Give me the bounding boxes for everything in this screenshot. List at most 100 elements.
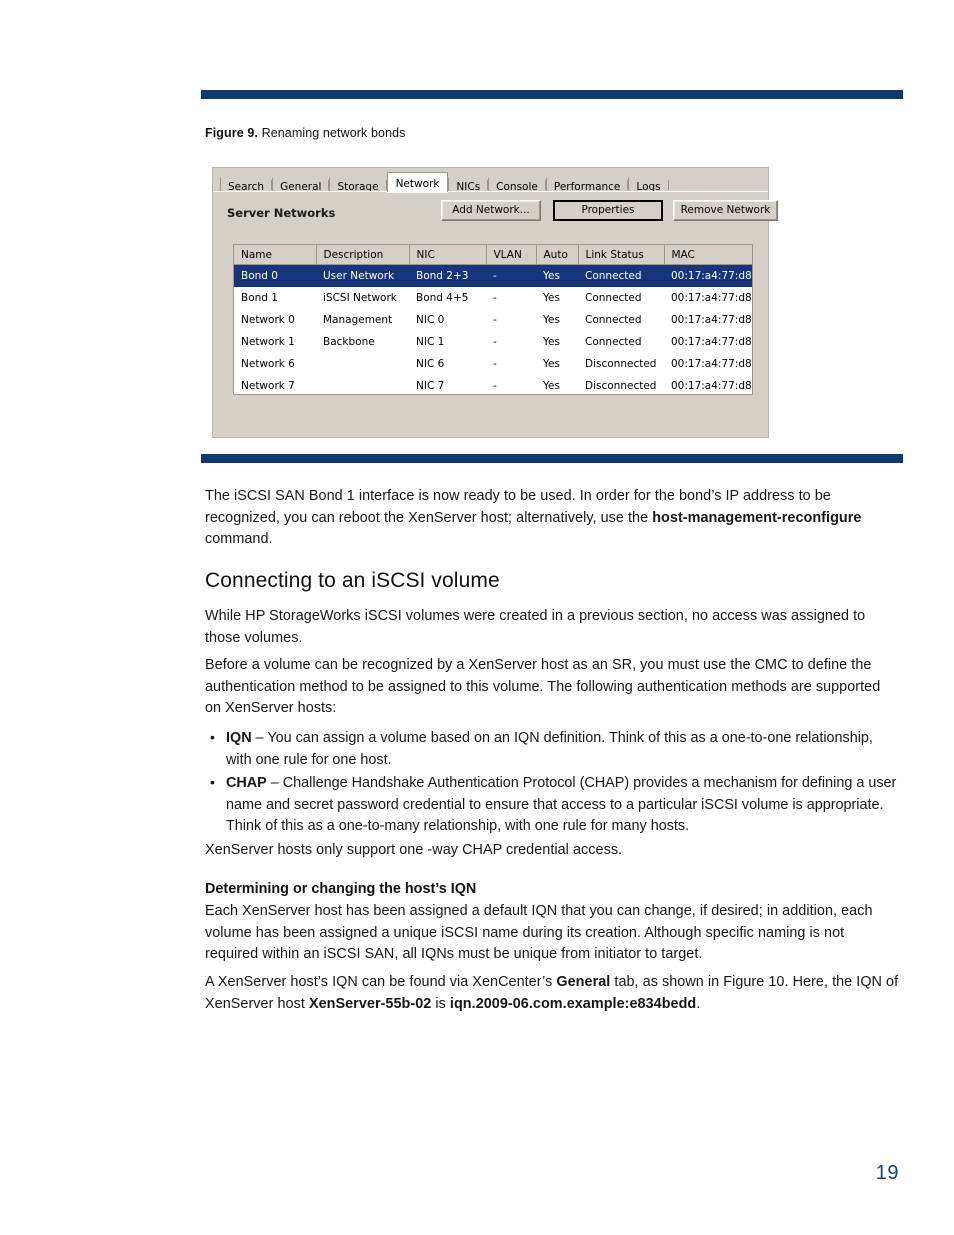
table-header-row: Name Description NIC VLAN Auto Link Stat…	[234, 245, 752, 265]
page-number: 19	[875, 1162, 899, 1184]
bullet-chap-term: CHAP	[226, 775, 267, 791]
cell-vlan: -	[493, 380, 497, 392]
cell-vlan: -	[493, 358, 497, 370]
network-panel: Server Networks Add Network... Propertie…	[213, 192, 778, 437]
bullet-iqn-term: IQN	[226, 730, 252, 746]
column-header-nic[interactable]: NIC	[409, 245, 487, 265]
tab-console[interactable]: Console	[488, 177, 546, 193]
table-row[interactable]: Bond 1 iSCSI Network Bond 4+5 - Yes Conn…	[234, 287, 752, 309]
cell-vlan: -	[493, 336, 497, 348]
tab-strip: Search General Storage Network NICs Cons…	[213, 168, 768, 193]
properties-button[interactable]: Properties	[553, 200, 663, 221]
p6-general-tab: General	[556, 974, 611, 990]
cell-link-status: Disconnected	[585, 358, 657, 370]
table-row[interactable]: Network 6 NIC 6 - Yes Disconnected 00:17…	[234, 353, 752, 375]
cell-link-status: Connected	[578, 264, 664, 287]
bullet-iqn-text: – You can assign a volume based on an IQ…	[226, 730, 873, 768]
auth-methods-list: IQN – You can assign a volume based on a…	[205, 727, 900, 840]
cell-description: User Network	[316, 264, 409, 287]
cell-nic: NIC 0	[416, 314, 445, 326]
cell-description	[316, 375, 409, 394]
add-network-button[interactable]: Add Network...	[441, 200, 541, 221]
panel-title: Server Networks	[227, 206, 336, 220]
column-header-link-status[interactable]: Link Status	[578, 245, 665, 265]
column-header-name[interactable]: Name	[234, 245, 317, 265]
network-toolbar: Server Networks Add Network... Propertie…	[213, 192, 778, 236]
cell-nic: Bond 4+5	[416, 292, 469, 304]
cell-mac: 00:17:a4:77:d8:d8	[671, 358, 752, 370]
cell-auto: Yes	[543, 292, 560, 304]
network-table: Name Description NIC VLAN Auto Link Stat…	[234, 245, 752, 395]
p6-text-a: A XenServer host’s IQN can be found via …	[205, 974, 557, 990]
cell-name: Network 7	[241, 380, 295, 392]
server-networks-grid[interactable]: Name Description NIC VLAN Auto Link Stat…	[233, 244, 753, 395]
paragraph-auth-methods-intro: Before a volume can be recognized by a X…	[205, 657, 881, 716]
cell-name: Bond 0	[234, 264, 316, 287]
paragraph-default-iqn: Each XenServer host has been assigned a …	[205, 903, 873, 962]
tab-search[interactable]: Search	[220, 177, 273, 193]
document-page: Figure 9. Renaming network bonds Search …	[0, 0, 954, 1235]
cell-description	[316, 353, 409, 375]
table-row[interactable]: Network 7 NIC 7 - Yes Disconnected 00:17…	[234, 375, 752, 394]
column-header-description[interactable]: Description	[316, 245, 410, 265]
p1-text-b: command.	[205, 531, 273, 547]
cell-link-status: Connected	[585, 336, 642, 348]
cell-auto: Yes	[536, 264, 578, 287]
table-header: Name Description NIC VLAN Auto Link Stat…	[234, 245, 752, 265]
table-row[interactable]: Network 0 Management NIC 0 - Yes Connect…	[234, 309, 752, 331]
section-heading: Connecting to an iSCSI volume	[205, 569, 500, 592]
tab-storage[interactable]: Storage	[329, 177, 387, 193]
p6-text-d: .	[696, 995, 701, 1012]
tab-performance[interactable]: Performance	[545, 177, 629, 193]
cell-mac: 00:17:a4:77:d8:c4	[671, 314, 752, 326]
cell-mac: 00:17:a4:77:d8:c8	[664, 264, 752, 287]
cell-name: Network 1	[241, 336, 295, 348]
figure-caption: Figure 9. Renaming network bonds	[205, 126, 406, 140]
cell-mac: 00:17:a4:77:d8:da	[671, 380, 752, 392]
cell-nic: NIC 6	[416, 358, 445, 370]
list-item: CHAP – Challenge Handshake Authenticatio…	[205, 772, 900, 838]
cell-auto: Yes	[543, 314, 560, 326]
middle-blue-rule	[201, 454, 903, 463]
cell-nic: Bond 2+3	[409, 264, 486, 287]
p6-host-name: XenServer-55b-02	[308, 995, 432, 1012]
bullet-chap-text: – Challenge Handshake Authentication Pro…	[226, 775, 897, 834]
cell-nic: NIC 1	[416, 336, 445, 348]
xencenter-screenshot: Search General Storage Network NICs Cons…	[212, 167, 778, 438]
cell-auto: Yes	[543, 380, 560, 392]
tab-list: Search General Storage Network NICs Cons…	[220, 172, 669, 193]
cell-vlan: -	[493, 292, 497, 304]
cell-nic: NIC 7	[416, 380, 445, 392]
cell-mac: 00:17:a4:77:d8:c6	[671, 336, 752, 348]
cell-description: iSCSI Network	[323, 292, 397, 304]
cell-description: Management	[323, 314, 393, 326]
cell-name: Network 6	[241, 358, 295, 370]
p6-text-c: is	[431, 995, 450, 1012]
cell-link-status: Connected	[585, 314, 642, 326]
column-header-mac[interactable]: MAC	[664, 245, 752, 265]
cell-vlan: -	[493, 314, 497, 326]
paragraph-bond-ready: The iSCSI SAN Bond 1 interface is now re…	[205, 486, 900, 551]
figure-label: Figure 9.	[205, 126, 258, 140]
paragraph-volumes-created: While HP StorageWorks iSCSI volumes were…	[205, 608, 866, 646]
table-row[interactable]: Bond 0 User Network Bond 2+3 - Yes Conne…	[234, 264, 752, 287]
remove-network-button[interactable]: Remove Network	[673, 200, 778, 221]
column-header-vlan[interactable]: VLAN	[486, 245, 537, 265]
column-header-auto[interactable]: Auto	[536, 245, 579, 265]
tab-logs[interactable]: Logs	[628, 177, 669, 193]
figure-caption-text: Renaming network bonds	[261, 126, 406, 140]
tab-network[interactable]: Network	[386, 172, 449, 192]
cell-auto: Yes	[543, 358, 560, 370]
cell-link-status: Connected	[585, 292, 642, 304]
list-item: IQN – You can assign a volume based on a…	[205, 727, 900, 771]
p6-iqn-value: iqn.2009-06.com.example:e834bedd	[449, 995, 697, 1012]
cell-description: Backbone	[323, 336, 375, 348]
table-row[interactable]: Network 1 Backbone NIC 1 - Yes Connected…	[234, 331, 752, 353]
top-blue-rule	[201, 90, 903, 99]
table-body: Bond 0 User Network Bond 2+3 - Yes Conne…	[234, 264, 752, 395]
cell-auto: Yes	[543, 336, 560, 348]
cell-link-status: Disconnected	[585, 380, 657, 392]
tab-general[interactable]: General	[272, 177, 330, 193]
tab-nics[interactable]: NICs	[448, 177, 488, 193]
cell-name: Bond 1	[241, 292, 278, 304]
